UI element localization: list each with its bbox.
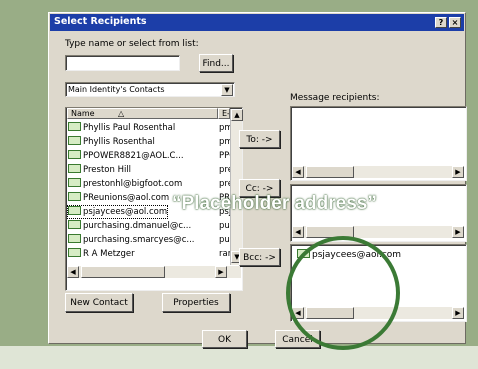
hscroll-thumb[interactable] [306,166,354,178]
dialog-title: Select Recipients [54,16,147,27]
list-item[interactable]: purchasing.dmanuel@c... purc [68,220,238,232]
placeholder-address-annotation: “Placeholder address” [172,193,377,214]
message-recipients-label: Message recipients: [290,93,380,103]
contact-card-icon [68,178,81,187]
contact-name: Phyllis Paul Rosenthal [83,123,176,133]
bcc-button[interactable]: Bcc: -> [239,248,280,266]
find-button[interactable]: Find... [199,54,233,72]
contact-name: psjaycees@aol.com [83,207,168,217]
list-item[interactable]: Phyllis Rosenthal pmr [68,136,236,148]
properties-button[interactable]: Properties [162,293,230,312]
contact-card-icon [68,234,81,243]
list-item[interactable]: Preston Hillprest [68,164,241,176]
ok-button[interactable]: OK [202,330,247,348]
list-item[interactable]: PReunions@aol.com PRe [68,192,235,204]
highlight-circle [286,236,400,350]
list-item[interactable]: PPOWER8821@AOL.C... PPO [68,150,236,162]
search-label: Type name or select from list: [65,39,199,49]
scroll-right-icon[interactable]: ▶ [452,166,464,178]
backdrop-strip [0,346,478,369]
address-book-select[interactable]: Main Identity's Contacts ▼ [65,82,235,97]
contact-card-icon [68,122,81,131]
hscroll-thumb[interactable] [81,266,165,278]
contact-name: Phyllis Rosenthal [83,137,155,147]
contact-name: R A Metzger [83,249,135,259]
contact-name: Preston Hill [83,165,132,175]
scroll-right-icon[interactable]: ▶ [215,266,227,278]
column-header-email[interactable]: E-Mail [218,108,230,119]
help-button[interactable]: ? [435,17,447,28]
contact-list-hscroll[interactable]: ◀ ▶ [67,266,241,278]
contact-name: PPOWER8821@AOL.C... [83,151,184,161]
contact-name: PReunions@aol.com [83,193,170,203]
contact-card-icon [68,220,81,229]
to-recipients-box[interactable]: ◀ ▶ [290,106,467,181]
search-input[interactable] [65,55,180,71]
column-header-name[interactable]: Name △ [67,108,218,119]
select-recipients-dialog: Select Recipients ? × Type name or selec… [48,12,467,348]
new-contact-button[interactable]: New Contact [65,293,133,312]
cc-hscroll[interactable]: ◀ ▶ [292,226,464,238]
contact-card-icon [68,136,81,145]
contact-card-icon [68,248,81,257]
list-item[interactable]: purchasing.smarcyes@c... purc [68,234,238,246]
scroll-left-icon[interactable]: ◀ [292,166,304,178]
contact-name: purchasing.smarcyes@c... [83,235,195,245]
chevron-down-icon[interactable]: ▼ [221,84,233,96]
scroll-left-icon[interactable]: ◀ [292,226,304,238]
scroll-right-icon[interactable]: ▶ [452,226,464,238]
sort-arrow-icon: △ [118,109,125,118]
scroll-up-icon[interactable]: ▲ [231,109,243,121]
to-button[interactable]: To: -> [239,130,280,148]
contact-card-icon [68,164,81,173]
scroll-left-icon[interactable]: ◀ [67,266,79,278]
contact-name: prestonhl@bigfoot.com [83,179,183,189]
list-item[interactable]: prestonhl@bigfoot.comprest [68,178,241,190]
contact-card-icon [68,192,81,201]
address-book-selected: Main Identity's Contacts [68,85,165,94]
contact-card-icon [68,206,81,215]
list-item[interactable]: R A Metzgerramo [68,248,241,260]
list-item[interactable]: psjaycees@aol.com psja [66,205,236,219]
dialog-title-bar: Select Recipients ? × [50,14,464,31]
contact-card-icon [68,150,81,159]
scroll-right-icon[interactable]: ▶ [452,307,464,319]
close-button[interactable]: × [449,17,461,28]
to-hscroll[interactable]: ◀ ▶ [292,166,464,178]
contact-name: purchasing.dmanuel@c... [83,221,192,231]
list-item[interactable]: Phyllis Paul Rosenthal pmr [68,122,236,134]
